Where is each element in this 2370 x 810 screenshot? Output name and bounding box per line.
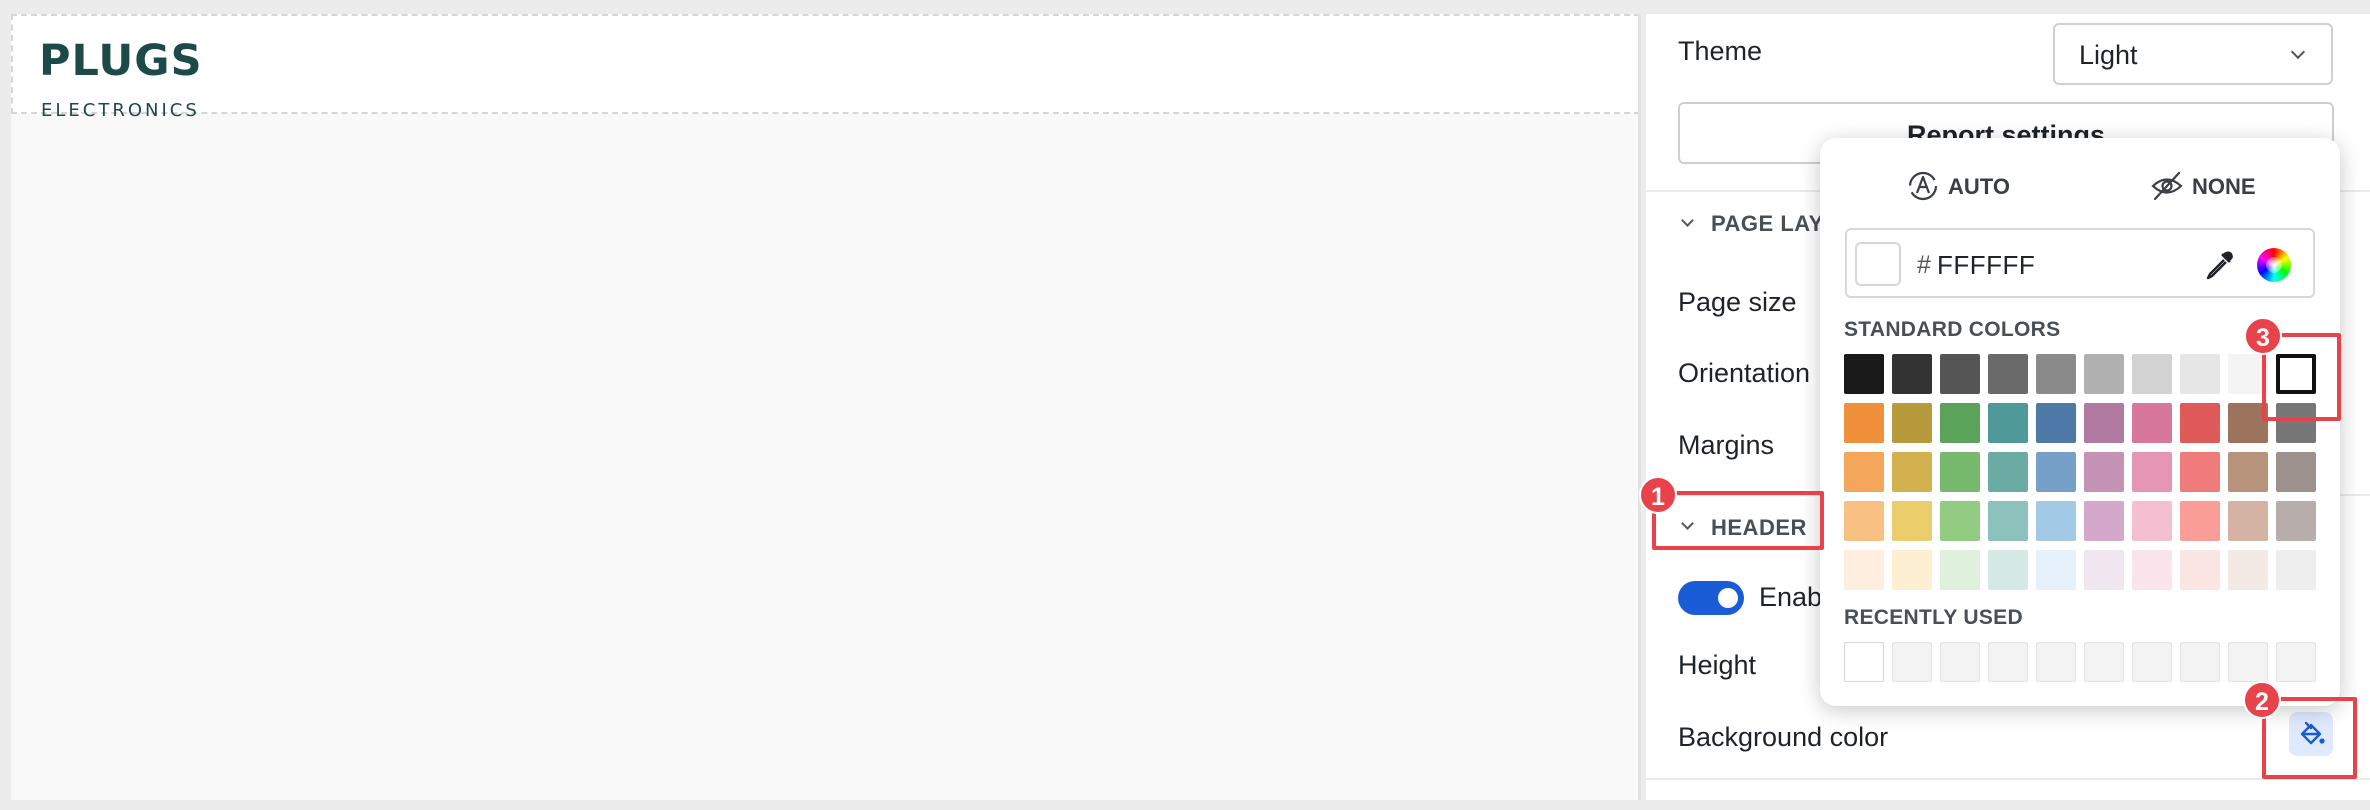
enable-header-toggle[interactable]	[1678, 581, 1744, 615]
recently-used-heading: RECENTLY USED	[1844, 606, 2023, 629]
color-swatch[interactable]	[1988, 501, 2028, 541]
theme-select-value: Light	[2079, 40, 2138, 70]
color-swatch[interactable]	[2036, 550, 2076, 590]
color-swatch[interactable]	[1988, 354, 2028, 394]
color-swatch[interactable]	[1940, 501, 1980, 541]
recent-color-swatch[interactable]	[1988, 642, 2028, 682]
color-swatch[interactable]	[2036, 452, 2076, 492]
color-swatch[interactable]	[2084, 452, 2124, 492]
color-swatch[interactable]	[2036, 403, 2076, 443]
color-swatch[interactable]	[2276, 550, 2316, 590]
recent-color-swatch[interactable]	[2180, 642, 2220, 682]
color-swatch[interactable]	[1940, 550, 1980, 590]
chevron-down-icon	[2290, 44, 2306, 60]
auto-color-icon	[1908, 171, 1938, 201]
current-color-swatch	[1855, 242, 1901, 286]
color-swatch[interactable]	[1940, 452, 1980, 492]
margins-label: Margins	[1678, 430, 1775, 460]
color-swatch[interactable]	[1940, 403, 1980, 443]
color-swatch[interactable]	[2180, 501, 2220, 541]
color-swatch[interactable]	[2276, 501, 2316, 541]
color-swatch[interactable]	[1844, 501, 1884, 541]
color-swatch[interactable]	[2084, 501, 2124, 541]
color-swatch[interactable]	[2132, 501, 2172, 541]
color-swatch[interactable]	[2228, 452, 2268, 492]
color-swatch[interactable]	[2084, 403, 2124, 443]
color-swatch[interactable]	[2132, 550, 2172, 590]
background-color-label: Background color	[1678, 722, 1889, 752]
recent-color-swatch[interactable]	[2228, 642, 2268, 682]
color-swatch[interactable]	[2180, 452, 2220, 492]
color-swatch[interactable]	[1892, 452, 1932, 492]
color-swatch[interactable]	[1988, 403, 2028, 443]
company-logo: PLUGS ELECTRONICS	[39, 36, 219, 126]
logo-subtitle: ELECTRONICS	[41, 100, 200, 121]
color-swatch[interactable]	[2180, 354, 2220, 394]
standard-colors-grid	[1844, 354, 2316, 590]
section-divider	[1646, 778, 2370, 780]
eyedropper-icon[interactable]	[2202, 248, 2236, 282]
color-swatch[interactable]	[1892, 501, 1932, 541]
color-swatch[interactable]	[2036, 354, 2076, 394]
standard-colors-heading: STANDARD COLORS	[1844, 318, 2061, 341]
color-swatch[interactable]	[2180, 403, 2220, 443]
color-swatch[interactable]	[1844, 354, 1884, 394]
recent-color-swatch[interactable]	[2084, 642, 2124, 682]
page-size-label: Page size	[1678, 287, 1797, 317]
color-swatch[interactable]	[2228, 550, 2268, 590]
panel-divider[interactable]	[1638, 14, 1641, 800]
hex-color-input[interactable]: FFFFFF	[1937, 250, 2035, 281]
color-swatch[interactable]	[2180, 550, 2220, 590]
recent-color-swatch[interactable]	[2132, 642, 2172, 682]
color-swatch[interactable]	[2036, 501, 2076, 541]
color-swatch[interactable]	[1844, 550, 1884, 590]
annotation-badge-3: 3	[2244, 317, 2282, 355]
color-swatch[interactable]	[1844, 403, 1884, 443]
recently-used-grid	[1844, 642, 2316, 682]
color-swatch[interactable]	[1940, 354, 1980, 394]
report-header-area[interactable]: PLUGS ELECTRONICS	[11, 14, 1640, 121]
color-swatch[interactable]	[2132, 354, 2172, 394]
color-swatch[interactable]	[1988, 550, 2028, 590]
highlight-header-section	[1652, 491, 1824, 550]
color-swatch[interactable]	[2132, 452, 2172, 492]
color-swatch[interactable]	[2084, 354, 2124, 394]
color-swatch[interactable]	[1892, 403, 1932, 443]
theme-select[interactable]: Light	[2053, 23, 2333, 85]
recent-color-swatch[interactable]	[1844, 642, 1884, 682]
color-swatch[interactable]	[2084, 550, 2124, 590]
recent-color-swatch[interactable]	[1892, 642, 1932, 682]
color-swatch[interactable]	[2228, 501, 2268, 541]
color-swatch[interactable]	[1988, 452, 2028, 492]
chevron-down-icon[interactable]	[1681, 214, 1694, 227]
color-swatch[interactable]	[1844, 452, 1884, 492]
color-swatch[interactable]	[1892, 354, 1932, 394]
color-swatch[interactable]	[2276, 452, 2316, 492]
color-wheel-icon[interactable]	[2257, 248, 2291, 282]
recent-color-swatch[interactable]	[2036, 642, 2076, 682]
report-canvas[interactable]: PLUGS ELECTRONICS	[11, 14, 1640, 800]
color-picker-popup: AUTO NONE # FFFFFF STANDARD COLORS RECEN…	[1820, 138, 2340, 706]
recent-color-swatch[interactable]	[2276, 642, 2316, 682]
recent-color-swatch[interactable]	[1940, 642, 1980, 682]
annotation-badge-2: 2	[2243, 681, 2281, 719]
color-swatch[interactable]	[2132, 403, 2172, 443]
hex-hash: #	[1917, 251, 1931, 279]
eye-off-icon	[2151, 171, 2183, 201]
theme-label: Theme	[1678, 36, 1763, 66]
logo-brand-text: PLUGS	[39, 36, 203, 86]
height-label: Height	[1678, 650, 1757, 680]
orientation-label: Orientation	[1678, 358, 1811, 388]
hex-color-field[interactable]: # FFFFFF	[1845, 228, 2315, 298]
color-swatch[interactable]	[1892, 550, 1932, 590]
annotation-badge-1: 1	[1639, 476, 1677, 514]
